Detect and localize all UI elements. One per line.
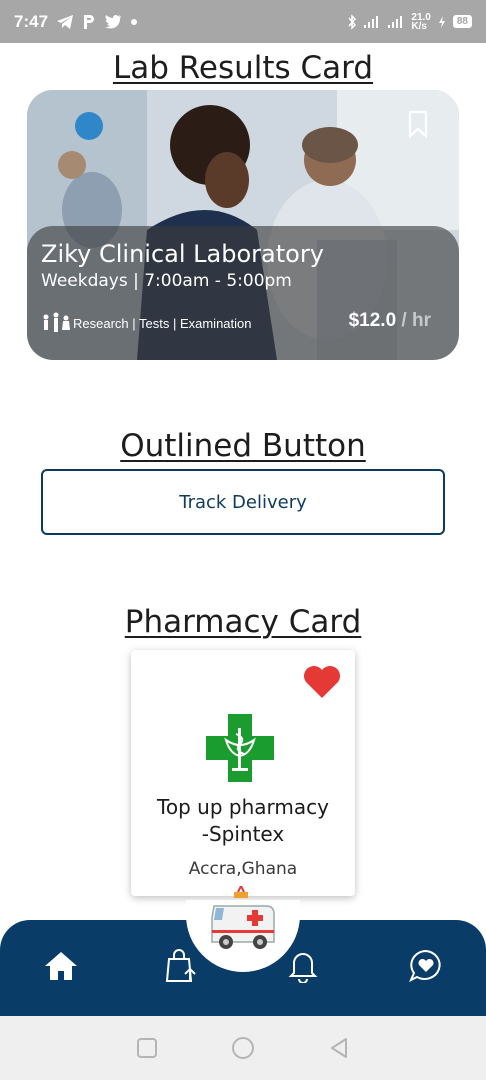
back-triangle-icon[interactable] [328,1037,350,1059]
charging-icon [438,15,445,28]
lab-results-card[interactable]: Ziky Clinical Laboratory Weekdays | 7:00… [27,90,459,360]
bookmark-icon[interactable] [407,110,429,138]
system-nav-bar [0,1016,486,1080]
bell-icon [288,953,318,983]
signal-icon [364,15,379,28]
outlined-section-title: Outlined Button [120,428,366,464]
clock: 7:47 [14,11,49,31]
status-bar: 7:47 21.0 K/s 88 [0,0,486,43]
circle-icon[interactable] [231,1036,255,1060]
p-icon [84,14,95,29]
home-icon [45,952,77,980]
bluetooth-icon [348,13,357,30]
lab-name: Ziky Clinical Laboratory [41,240,324,268]
twitter-icon [105,14,122,29]
pharmacy-section-title: Pharmacy Card [124,604,362,640]
upload-bag-icon [165,949,196,982]
pharmacy-name: Top up pharmacy -Spintex [157,795,329,846]
signal-icon [388,15,403,28]
telegram-icon [57,14,74,29]
battery-indicator: 88 [452,15,472,28]
lab-tags: Research | Tests | Examination [41,312,251,334]
pharmacy-card[interactable]: Top up pharmacy -Spintex Accra,Ghana [131,650,355,896]
lab-people-icon [43,312,70,332]
square-icon[interactable] [136,1037,158,1059]
nav-orders[interactable] [161,946,201,986]
heart-icon[interactable] [303,665,341,699]
nav-home[interactable] [41,946,81,986]
dot-icon [131,18,138,25]
chat-heart-icon [409,949,441,983]
ambulance-icon[interactable] [208,886,278,954]
nav-notifications[interactable] [283,946,323,986]
lab-price: $12.0 / hr [348,310,431,331]
lab-section-title: Lab Results Card [112,50,374,86]
track-delivery-button[interactable]: Track Delivery [41,469,445,535]
pharmacy-cross-icon [206,714,274,782]
lab-hours: Weekdays | 7:00am - 5:00pm [41,271,292,291]
net-speed: 21.0 K/s [411,11,431,32]
pharmacy-location: Accra,Ghana [188,859,298,879]
nav-chat[interactable] [406,946,446,986]
